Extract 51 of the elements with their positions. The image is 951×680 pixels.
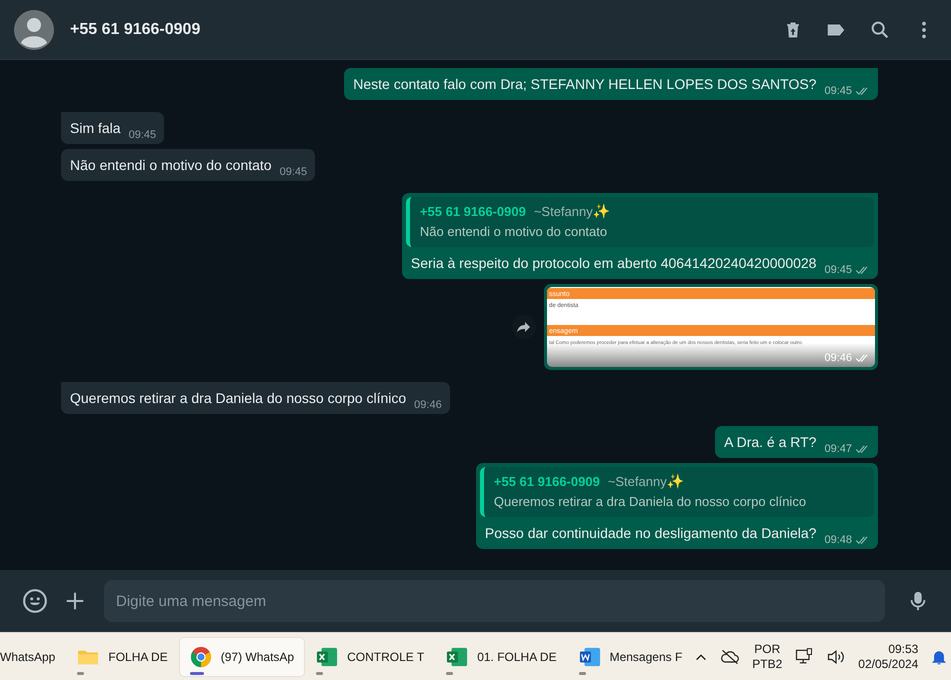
double-check-icon [855, 86, 870, 96]
forward-icon[interactable] [512, 315, 536, 339]
language-indicator[interactable]: POR PTB2 [752, 642, 782, 672]
quoted-message[interactable]: +55 61 9166-0909 ~Stefanny✨ Queremos retirar a dra Daniela do nosso corpo clínico [480, 467, 874, 517]
document-icon [578, 646, 601, 668]
double-check-icon [855, 444, 870, 454]
message-text: Posso dar continuidade no desligamento da Daniela? [484, 524, 816, 543]
sparkles-emoji: ✨ [666, 473, 684, 489]
quote-author: +55 61 9166-0909 [420, 204, 526, 218]
taskbar-app[interactable]: Mensagens F [568, 638, 692, 676]
message-time: 09:45 [128, 129, 156, 141]
message-time: 09:46 [414, 399, 442, 411]
sparkles-emoji: ✨ [592, 203, 610, 219]
spreadsheet-icon [316, 646, 338, 668]
message-text: Queremos retirar a dra Daniela do nosso corpo clínico [70, 389, 406, 408]
quote-author: +55 61 9166-0909 [494, 474, 600, 488]
message-text: Seria à respeito do protocolo em aberto 40641420240420000028 [410, 254, 816, 273]
taskbar-app[interactable]: 01. FOLHA DE [436, 638, 567, 676]
double-check-icon [855, 266, 870, 274]
emoji-icon[interactable] [22, 588, 48, 614]
message-text: Não entendi o motivo do contato [70, 156, 272, 175]
quoted-message[interactable]: +55 61 9166-0909 ~Stefanny✨ Não entendi o motivo do contato [406, 197, 874, 247]
quote-text: Não entendi o motivo do contato [420, 224, 608, 239]
avatar-icon[interactable] [14, 10, 54, 50]
message-text: Neste contato falo com Dra; STEFANNY HELLEN LOPES DOS SANTOS? [353, 75, 816, 94]
double-check-icon [855, 536, 870, 544]
taskbar-app[interactable]: (97) WhatsAp [180, 638, 304, 676]
contact-name[interactable]: +55 61 9166-0909 [70, 20, 200, 38]
double-check-icon [855, 354, 870, 362]
message-text: Sim fala [70, 119, 121, 138]
taskbar-app[interactable]: WhatsApp [0, 638, 66, 676]
quote-sender-name: ~Stefanny [534, 204, 593, 218]
message-time: 09:45 [824, 264, 852, 276]
attach-plus-icon[interactable] [64, 590, 86, 612]
quote-sender-name: ~Stefanny [608, 474, 667, 488]
taskbar-app[interactable]: FOLHA DE [67, 638, 178, 676]
clock[interactable]: 09:53 02/05/2024 [858, 642, 918, 672]
message-time: 09:48 [824, 534, 852, 546]
message-time: 09:47 [824, 443, 852, 455]
quote-text: Queremos retirar a dra Daniela do nosso corpo clínico [494, 494, 808, 509]
network-icon[interactable] [794, 646, 814, 666]
spreadsheet-icon [446, 646, 468, 668]
message-input[interactable]: Digite uma mensagem [104, 580, 885, 622]
message-text: A Dra. é a RT? [724, 433, 816, 452]
message-time: 09:45 [824, 85, 852, 97]
message-time: 09:46 [824, 352, 852, 364]
taskbar-app[interactable]: CONTROLE T [306, 638, 434, 676]
folder-icon [77, 648, 100, 666]
browser-icon [190, 646, 212, 668]
message-time: 09:45 [280, 166, 308, 178]
search-icon[interactable] [869, 18, 891, 40]
